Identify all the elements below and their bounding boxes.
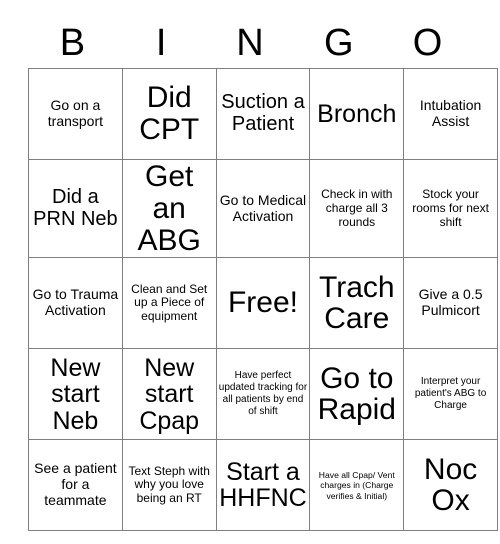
bingo-cell-label: Go to Trauma Activation (32, 286, 119, 319)
bingo-cell[interactable]: Trach Care (309, 257, 405, 350)
bingo-cell[interactable]: Start a HHFNC (215, 439, 311, 532)
bingo-grid-body: Go on a transport Did CPT Suction a Pati… (28, 68, 498, 532)
bingo-cell-label: Give a 0.5 Pulmicort (418, 286, 483, 319)
bingo-card: B I N G O Go on a transport Did CPT Suct… (28, 18, 498, 532)
bingo-cell-free[interactable]: Free! (215, 257, 311, 350)
bingo-cell-label: Check in with charge all 3 rounds (321, 186, 393, 229)
bingo-cell[interactable]: Go to Trauma Activation (28, 257, 123, 350)
bingo-cell-label: Have perfect updated tracking for all pa… (218, 370, 308, 418)
bingo-cell-label: Did CPT (139, 81, 200, 146)
bingo-cell-label: Trach Care (319, 270, 395, 336)
header-letter-n: N (236, 22, 264, 64)
bingo-cell-label: Go to Medical Activation (219, 191, 307, 224)
bingo-cell-label: Did a PRN Neb (33, 186, 118, 230)
bingo-cell-label: New start Neb (50, 353, 101, 435)
bingo-cell-label: Interpret your patient's ABG to Charge (414, 376, 487, 412)
bingo-cell[interactable]: Text Steph with why you love being an RT (121, 439, 217, 532)
bingo-cell-label: Have all Cpap/ Vent charges in (Charge v… (318, 469, 395, 501)
bingo-cell-label: See a patient for a teammate (34, 460, 117, 509)
bingo-cell-label: Bronch (317, 99, 397, 128)
bingo-cell-label: Stock your rooms for next shift (412, 186, 489, 229)
bingo-cell-label: Suction a Patient (221, 91, 305, 135)
bingo-cell[interactable]: Get an ABG (121, 158, 217, 259)
bingo-cell[interactable]: Give a 0.5 Pulmicort (403, 257, 498, 350)
bingo-cell[interactable]: Have perfect updated tracking for all pa… (215, 348, 311, 441)
bingo-cell[interactable]: See a patient for a teammate (28, 439, 123, 532)
bingo-cell[interactable]: New start Cpap (121, 348, 217, 441)
header-letter-i: I (155, 22, 167, 64)
bingo-row: New start Neb New start Cpap Have perfec… (28, 348, 498, 441)
bingo-cell[interactable]: Interpret your patient's ABG to Charge (403, 348, 498, 441)
bingo-cell-label: Clean and Set up a Piece of equipment (131, 281, 208, 324)
bingo-cell[interactable]: Clean and Set up a Piece of equipment (121, 257, 217, 350)
bingo-cell[interactable]: Did a PRN Neb (28, 158, 123, 259)
bingo-cell-label: Start a HHFNC (219, 457, 307, 513)
bingo-cell[interactable]: Go to Rapid (309, 348, 405, 441)
bingo-header-row: B I N G O (28, 18, 472, 68)
bingo-cell-label: New start Cpap (139, 353, 200, 435)
bingo-cell[interactable]: Go on a transport (28, 68, 123, 160)
bingo-cell[interactable]: Noc Ox (403, 439, 498, 532)
bingo-cell[interactable]: Suction a Patient (215, 68, 311, 160)
bingo-free-label: Free! (227, 286, 298, 320)
bingo-row: Go on a transport Did CPT Suction a Pati… (28, 68, 498, 160)
bingo-cell[interactable]: Go to Medical Activation (215, 158, 311, 259)
bingo-cell[interactable]: Have all Cpap/ Vent charges in (Charge v… (309, 439, 405, 532)
header-letter-g: G (324, 22, 354, 64)
bingo-cell-label: Text Steph with why you love being an RT (128, 463, 210, 506)
bingo-cell-label: Noc Ox (423, 452, 478, 518)
bingo-cell[interactable]: Bronch (309, 68, 405, 160)
bingo-grid: Go on a transport Did CPT Suction a Pati… (28, 68, 498, 532)
bingo-cell[interactable]: Check in with charge all 3 rounds (309, 158, 405, 259)
bingo-cell-label: Go to Rapid (317, 361, 396, 427)
bingo-cell-label: Intubation Assist (419, 97, 482, 129)
bingo-cell[interactable]: Intubation Assist (403, 68, 498, 160)
bingo-row: Go to Trauma Activation Clean and Set up… (28, 257, 498, 350)
bingo-cell[interactable]: Did CPT (121, 68, 217, 160)
bingo-cell-label: Go on a transport (47, 97, 104, 129)
bingo-cell-label: Get an ABG (137, 160, 201, 257)
bingo-cell[interactable]: Stock your rooms for next shift (403, 158, 498, 259)
header-letter-o: O (412, 22, 443, 64)
bingo-row: See a patient for a teammate Text Steph … (28, 439, 498, 532)
bingo-row: Did a PRN Neb Get an ABG Go to Medical A… (28, 158, 498, 259)
header-letter-b: B (59, 22, 86, 64)
bingo-cell[interactable]: New start Neb (28, 348, 123, 441)
